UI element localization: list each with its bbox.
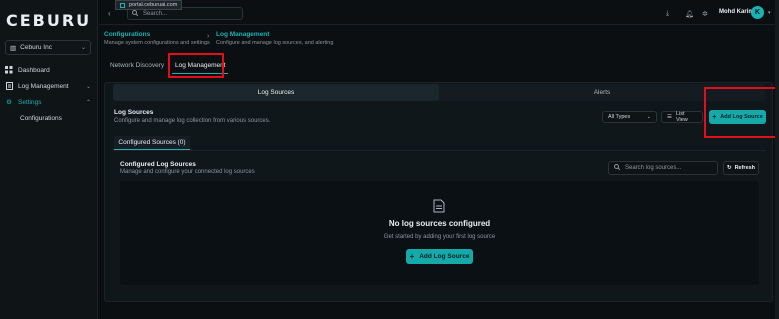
org-name: Ceburu Inc	[20, 44, 52, 51]
sidebar-item-label: Dashboard	[18, 66, 50, 74]
segment-log-sources[interactable]: Log Sources	[113, 84, 439, 101]
chevron-down-icon: ⌄	[80, 45, 86, 51]
search-icon	[614, 164, 621, 172]
divider	[114, 150, 766, 151]
breadcrumb-subtitle: Manage system configurations and setting…	[104, 40, 210, 46]
list-icon: ☰	[667, 114, 672, 120]
avatar[interactable]: K	[751, 6, 764, 19]
refresh-button[interactable]: ↻ Refresh	[723, 161, 759, 175]
breadcrumb-subtitle: Configure and manage log sources, and al…	[216, 40, 334, 46]
configured-subtitle: Manage and configure your connected log …	[120, 169, 255, 175]
list-view-label: List View	[675, 111, 688, 123]
sidebar-item-settings[interactable]: ⚙ Settings ⌃	[5, 96, 91, 108]
search-placeholder: Search log sources...	[625, 165, 682, 171]
section-title: Log Sources	[114, 109, 154, 116]
breadcrumb-configurations[interactable]: Configurations	[104, 31, 150, 38]
highlight-box	[168, 53, 224, 78]
empty-state	[120, 181, 759, 285]
org-selector[interactable]: ▥ Ceburu Inc ⌄	[5, 40, 91, 55]
add-log-source-button[interactable]: + Add Log Source	[406, 249, 473, 264]
back-button[interactable]: ‹	[108, 9, 111, 18]
site-icon	[120, 2, 125, 8]
empty-state-subtitle: Get started by adding your first log sou…	[383, 234, 496, 240]
list-view-button[interactable]: ☰ List View	[661, 111, 703, 123]
sidebar-subitem-configurations[interactable]: Configurations	[20, 115, 62, 122]
search-icon	[132, 9, 139, 18]
app-logo[interactable]: CEBURU	[6, 10, 89, 30]
type-filter-select[interactable]: All Types ⌄	[602, 111, 657, 123]
grid-icon	[5, 66, 13, 74]
add-log-source-label: Add Log Source	[419, 253, 470, 260]
url-tooltip: portal.ceburuai.com	[115, 0, 183, 10]
refresh-label: Refresh	[734, 165, 756, 171]
chevron-down-icon[interactable]: ▾	[768, 10, 771, 16]
breadcrumb-log-management[interactable]: Log Management	[216, 31, 269, 38]
log-source-search-input[interactable]: Search log sources...	[608, 161, 718, 175]
plus-icon: +	[409, 252, 415, 261]
document-icon	[433, 199, 445, 213]
bell-icon[interactable]: 🔔︎	[685, 10, 694, 18]
chevron-right-icon: ›	[207, 33, 210, 40]
sidebar-item-label: Settings	[18, 98, 42, 106]
gear-icon: ⚙	[6, 99, 12, 106]
section-subtitle: Configure and manage log collection from…	[114, 118, 271, 124]
chevron-down-icon: ⌄	[85, 83, 91, 90]
sidebar-item-dashboard[interactable]: Dashboard	[5, 64, 91, 76]
sidebar-item-log-management[interactable]: Log Management ⌄	[5, 80, 91, 92]
chevron-up-icon: ⌃	[85, 99, 91, 106]
configured-title: Configured Log Sources	[120, 161, 196, 168]
highlight-box	[704, 87, 777, 138]
tab-network-discovery[interactable]: Network Discovery	[110, 62, 164, 69]
url-text: portal.ceburuai.com	[129, 2, 178, 8]
building-icon: ▥	[10, 44, 17, 52]
scrollbar[interactable]	[775, 0, 779, 319]
sidebar-item-label: Log Management	[18, 82, 69, 90]
download-icon[interactable]: ⤓	[666, 10, 669, 18]
user-name[interactable]: Mohd Karim	[719, 9, 754, 15]
empty-state-title: No log sources configured	[388, 219, 491, 228]
search-placeholder: Search...	[143, 10, 168, 17]
type-filter-value: All Types	[608, 114, 631, 120]
settings-icon[interactable]: ✲	[702, 10, 708, 18]
chevron-down-icon: ⌄	[646, 114, 651, 120]
tab-configured-sources[interactable]: Configured Sources (0)	[114, 136, 190, 150]
refresh-icon: ↻	[726, 165, 732, 171]
file-icon	[5, 82, 13, 90]
